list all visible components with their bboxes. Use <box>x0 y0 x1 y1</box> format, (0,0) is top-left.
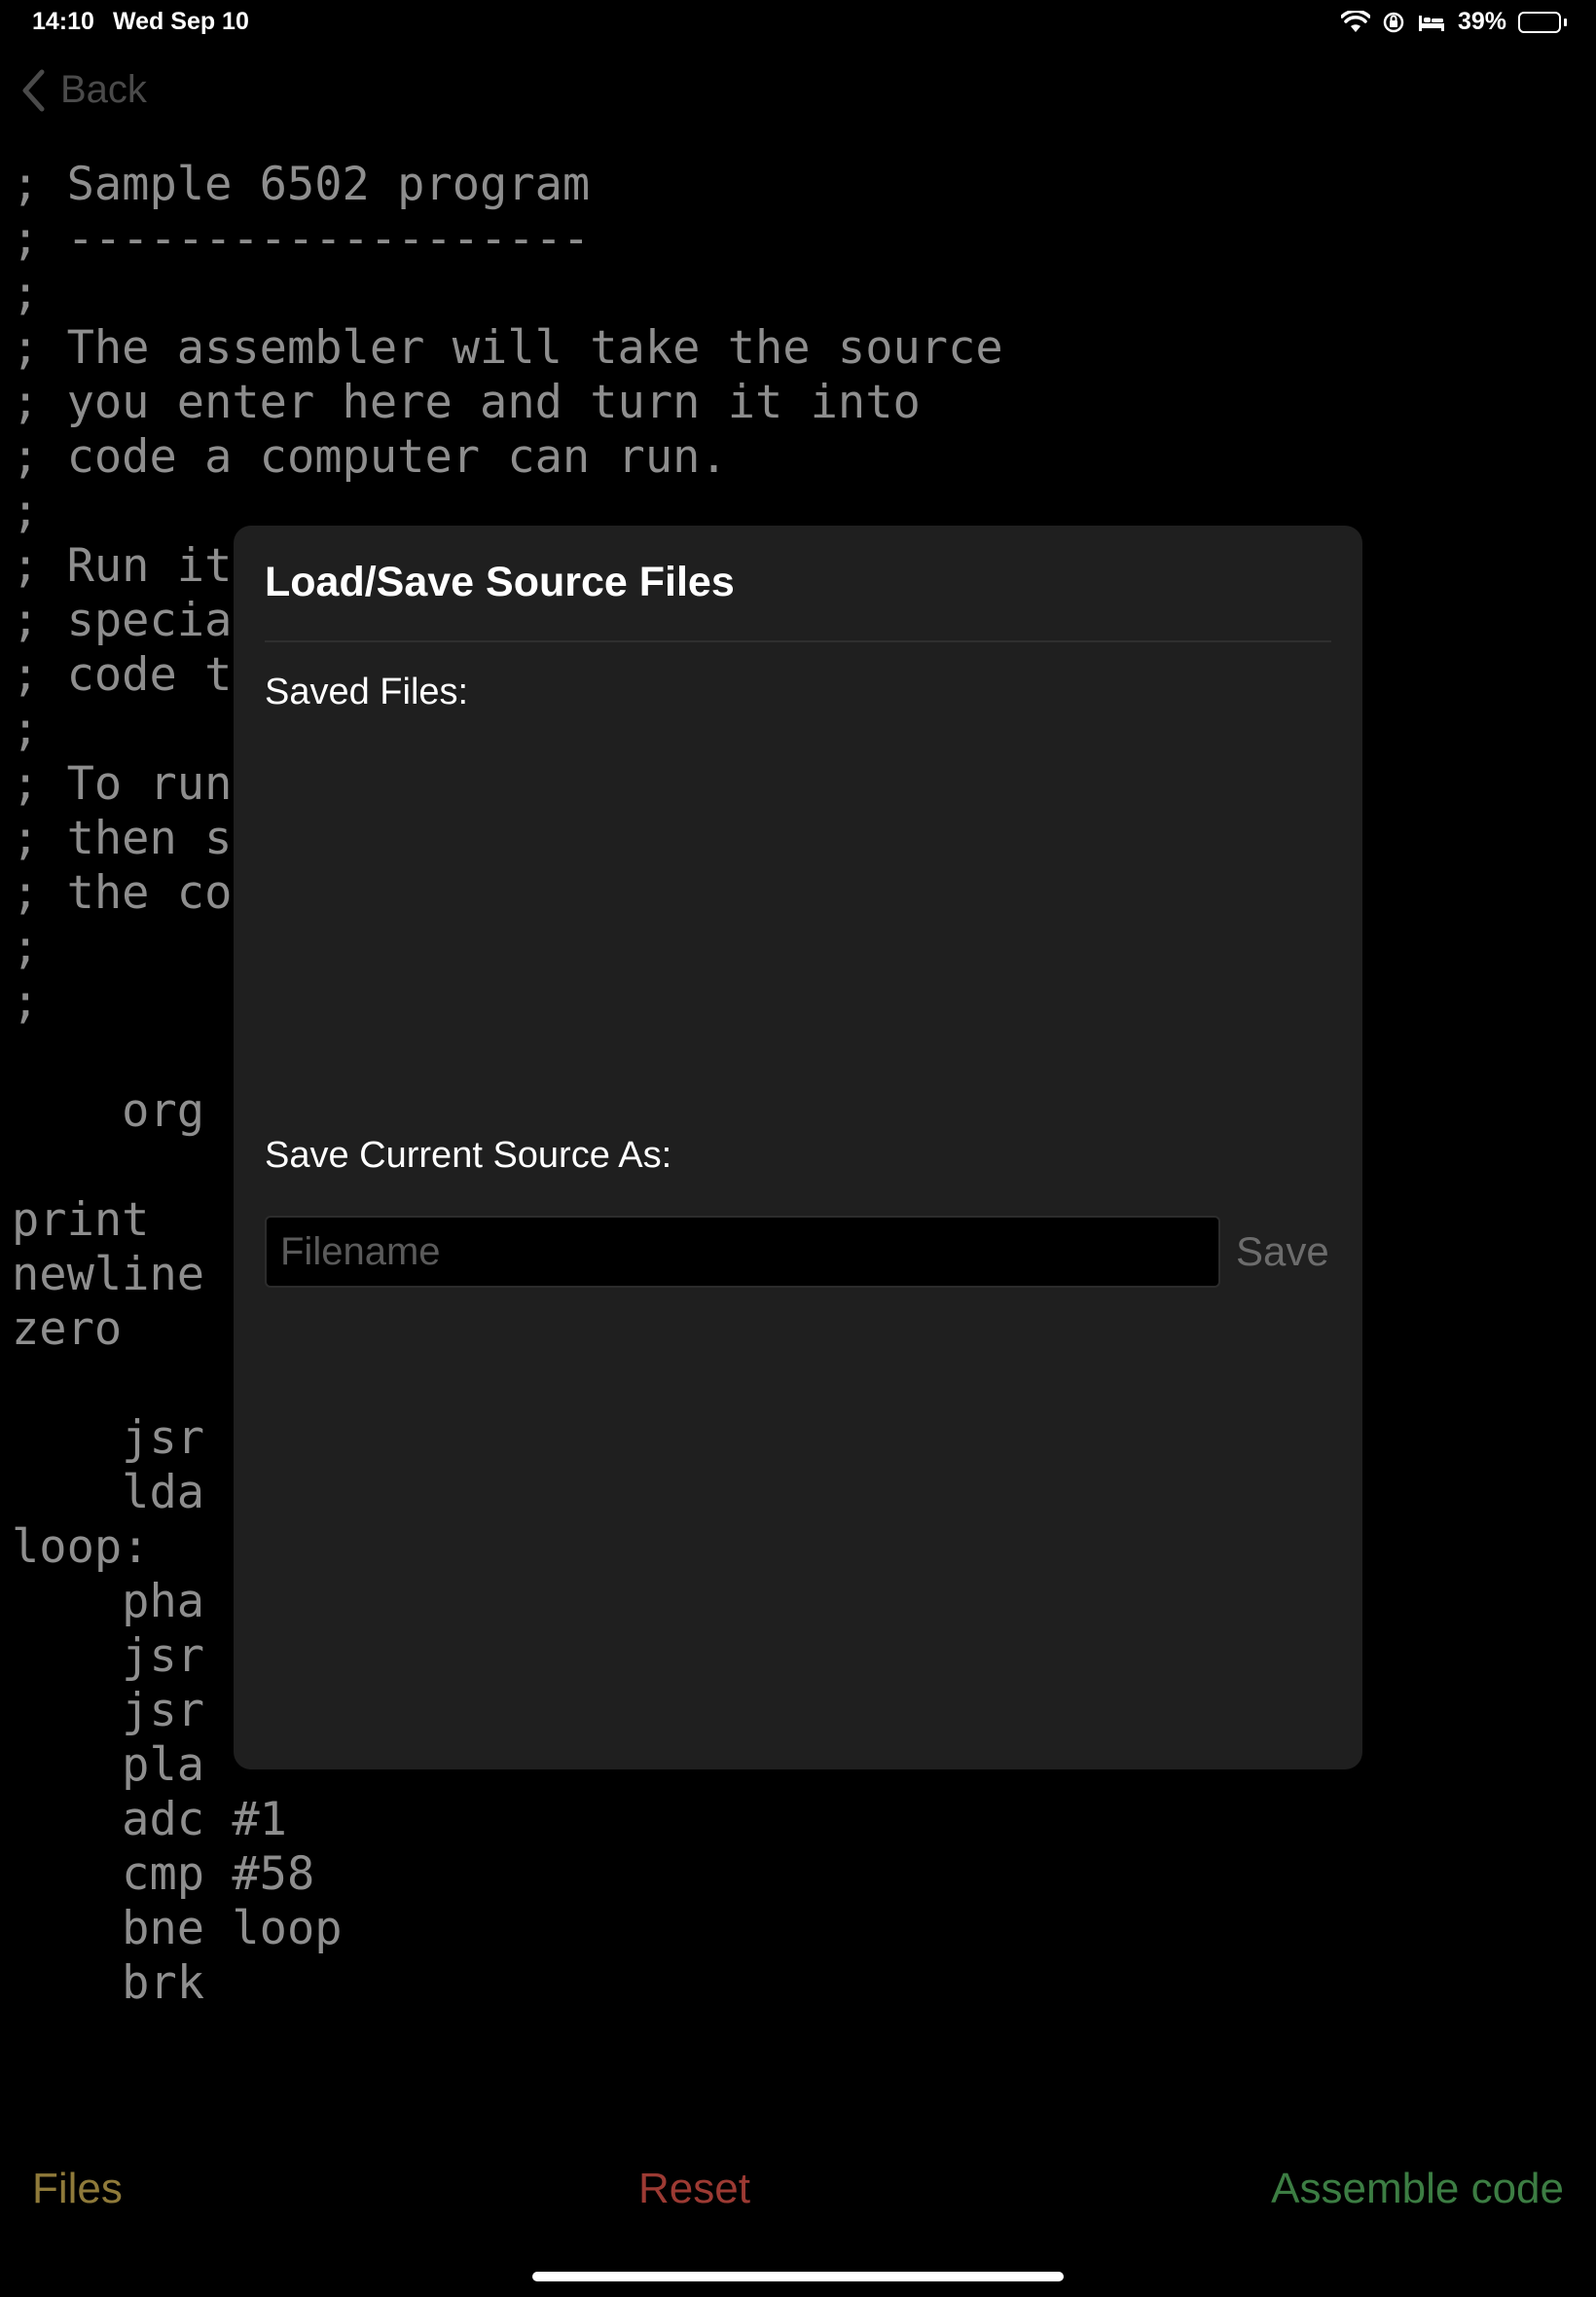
status-icons: 39% <box>1340 8 1567 36</box>
battery-percent: 39% <box>1457 8 1506 35</box>
code-line: ; ------------------- <box>12 212 591 266</box>
code-line: ; <box>12 267 40 320</box>
status-date: Wed Sep 10 <box>113 8 249 35</box>
battery-icon <box>1518 11 1567 33</box>
code-line: brk <box>12 1956 205 2010</box>
save-button[interactable]: Save <box>1236 1221 1329 1282</box>
code-line: ; The assembler will take the source <box>12 321 1003 375</box>
modal-divider <box>265 640 1331 642</box>
modal-title: Load/Save Source Files <box>265 559 735 605</box>
home-indicator <box>532 2272 1064 2281</box>
status-bar: 14:10 Wed Sep 10 39% <box>0 0 1596 47</box>
code-line: ; Sample 6502 program <box>12 158 591 211</box>
code-line: adc #1 <box>12 1793 287 1846</box>
back-button[interactable]: Back <box>21 68 147 112</box>
filename-input[interactable] <box>265 1216 1220 1288</box>
files-button[interactable]: Files <box>32 2165 123 2213</box>
chevron-left-icon <box>21 69 45 112</box>
code-line: bne loop <box>12 1902 343 1955</box>
saved-files-list[interactable] <box>265 730 1331 1139</box>
sleep-bed-icon <box>1417 12 1446 33</box>
reset-button[interactable]: Reset <box>638 2165 750 2213</box>
assemble-code-button[interactable]: Assemble code <box>1271 2165 1564 2213</box>
code-line: cmp #58 <box>12 1847 315 1901</box>
save-as-label: Save Current Source As: <box>265 1135 672 1176</box>
back-label: Back <box>60 68 147 111</box>
code-line: ; you enter here and turn it into <box>12 376 921 429</box>
orientation-lock-icon <box>1382 11 1405 34</box>
wifi-icon <box>1340 10 1370 34</box>
status-time: 14:10 <box>32 8 94 35</box>
saved-files-label: Saved Files: <box>265 672 469 712</box>
code-line: ; code a computer can run. <box>12 430 728 484</box>
load-save-modal: Load/Save Source Files Saved Files: Save… <box>234 526 1362 1769</box>
